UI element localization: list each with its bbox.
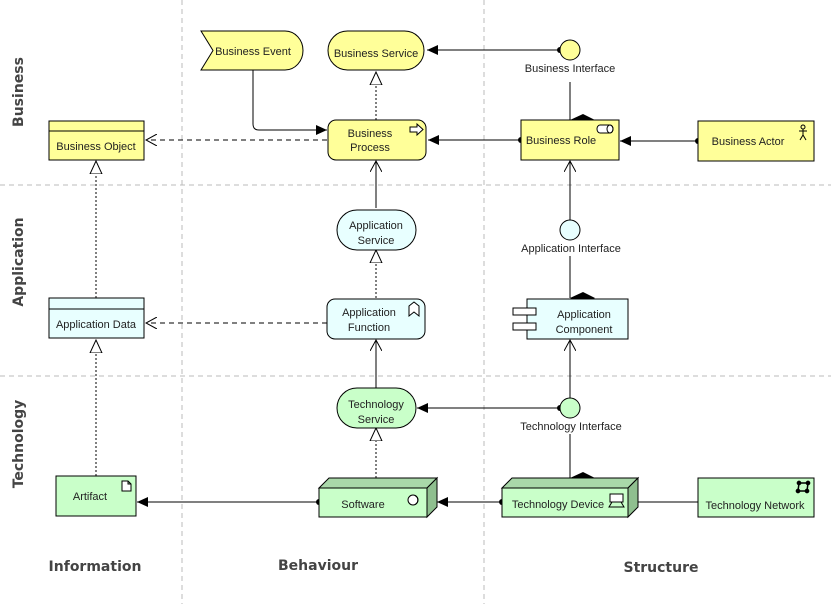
application-component[interactable]: Application Component xyxy=(512,298,629,340)
artifact-document-icon xyxy=(121,480,132,492)
lane-label-technology: Technology xyxy=(11,400,27,489)
application-function-label-line2: Function xyxy=(348,322,390,334)
technology-interface-icon xyxy=(559,397,581,419)
column-label-information: Information xyxy=(49,559,142,575)
business-object-label: Business Object xyxy=(56,141,135,153)
business-object[interactable]: Business Object xyxy=(48,120,145,161)
business-actor[interactable]: Business Actor xyxy=(697,120,815,162)
application-service-label-line2: Service xyxy=(358,235,395,247)
application-component-label-line2: Component xyxy=(556,324,613,336)
role-cylinder-icon xyxy=(596,124,614,134)
technology-service-label-line2: Service xyxy=(358,414,395,426)
software-label: Software xyxy=(341,499,384,511)
system-software-icon xyxy=(407,494,419,506)
application-service-label-line1: Application xyxy=(349,220,403,232)
business-process[interactable]: Business Process xyxy=(327,119,427,161)
application-function-label-line1: Application xyxy=(342,307,396,319)
application-service[interactable]: Application Service xyxy=(336,209,417,251)
technology-interface[interactable]: Technology Interface xyxy=(520,397,622,433)
technology-device[interactable]: Technology Device xyxy=(500,476,640,519)
business-actor-label: Business Actor xyxy=(712,136,785,148)
business-event[interactable]: Business Event xyxy=(200,30,304,71)
lane-label-business: Business xyxy=(11,57,27,127)
component-tab-top-icon xyxy=(512,307,537,316)
archimate-diagram: Business Application Technology Informat… xyxy=(0,0,831,604)
column-label-structure: Structure xyxy=(623,560,698,576)
business-role[interactable]: Business Role xyxy=(520,119,620,161)
connectors xyxy=(96,45,701,507)
software[interactable]: Software xyxy=(317,476,439,519)
business-interface-label: Business Interface xyxy=(525,63,616,75)
lane-label-application: Application xyxy=(11,217,27,306)
artifact-label: Artifact xyxy=(73,491,107,503)
technology-service[interactable]: Technology Service xyxy=(336,387,417,429)
column-label-behaviour: Behaviour xyxy=(278,558,358,574)
business-service[interactable]: Business Service xyxy=(327,30,425,71)
application-function[interactable]: Application Function xyxy=(326,298,426,340)
business-process-label-line1: Business xyxy=(348,128,393,140)
application-component-label-line1: Application xyxy=(557,309,611,321)
artifact[interactable]: Artifact xyxy=(55,475,137,517)
application-interface-icon xyxy=(559,219,581,241)
business-role-label: Business Role xyxy=(526,135,596,147)
technology-device-label: Technology Device xyxy=(512,499,604,511)
component-tab-bottom-icon xyxy=(512,322,537,331)
application-data[interactable]: Application Data xyxy=(48,297,145,339)
application-interface-label: Application Interface xyxy=(521,243,621,255)
technology-interface-label: Technology Interface xyxy=(520,421,622,433)
business-interface[interactable]: Business Interface xyxy=(525,39,616,75)
business-interface-icon xyxy=(559,39,581,61)
technology-network-label: Technology Network xyxy=(705,500,805,512)
application-data-label: Application Data xyxy=(56,319,137,331)
triggering-event-to-process[interactable] xyxy=(252,70,327,135)
business-event-label: Business Event xyxy=(215,46,291,58)
business-service-label: Business Service xyxy=(334,48,418,60)
business-process-label-line2: Process xyxy=(350,142,390,154)
technology-service-label-line1: Technology xyxy=(348,399,404,411)
technology-network[interactable]: Technology Network xyxy=(697,477,815,518)
application-interface[interactable]: Application Interface xyxy=(521,219,621,255)
